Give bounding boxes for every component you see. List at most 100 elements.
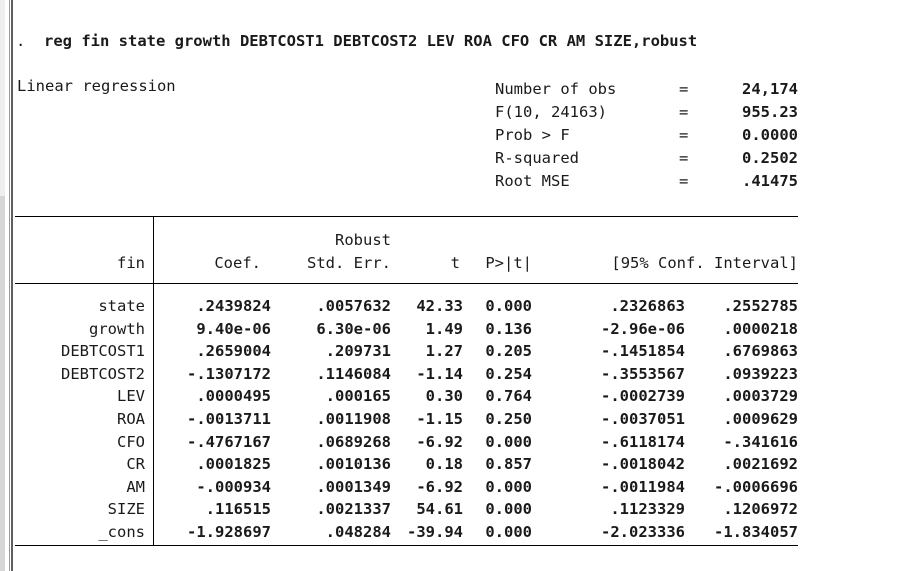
cell-t-statistic: 0.30 [425,387,463,405]
cell-std-error: 6.30e-06 [316,320,391,338]
row-variable-name: ROA [117,410,145,428]
table-row: ROA -.0013711 .0011908 -1.15 0.250 -.0037051.… [0,408,902,430]
cell-ci-lower: -.0011984 [601,478,685,496]
cell-coefficient: -.4767167 [187,433,271,451]
cell-std-error: .209731 [325,342,391,360]
table-row: AM -.000934 .0001349 -6.92 0.000 -.0011984 -.0… [0,476,902,498]
cell-coefficient: .2659004 [196,342,271,360]
cell-t-statistic: 42.33 [416,297,463,315]
stat-equals-sign: = [679,172,689,190]
cell-ci-upper: -.341616 [723,433,798,451]
table-row: CFO -.4767167 .0689268 -6.92 0.000 -.6118174 -… [0,431,902,453]
column-supheader-robust: Robust [335,231,391,249]
row-variable-name: SIZE [107,500,145,518]
row-variable-name: LEV [117,387,145,405]
cell-coefficient: -.0013711 [187,410,271,428]
cell-coefficient: -1.928697 [187,523,271,541]
cell-t-statistic: 54.61 [416,500,463,518]
cell-p-value: 0.000 [485,433,532,451]
row-variable-name: growth [89,320,145,338]
cell-ci-upper: .2552785 [723,297,798,315]
stat-equals-sign: = [679,80,689,98]
cell-ci-lower: -.6118174 [601,433,685,451]
cell-ci-upper: .0003729 [723,387,798,405]
stat-equals-sign: = [679,149,689,167]
cell-ci-upper: .0000218 [723,320,798,338]
stat-value: 0.2502 [742,149,798,167]
command-prompt-dot: . [16,32,26,50]
cell-ci-upper: -.0006696 [714,478,798,496]
cell-std-error: .0011908 [316,410,391,428]
table-row: LEV .0000495 .000165 0.30 0.764 -.0002739 .000… [0,385,902,407]
cell-ci-lower: -2.023336 [601,523,685,541]
cell-std-error: .000165 [325,387,391,405]
row-variable-name: AM [126,478,145,496]
cell-t-statistic: -6.92 [416,478,463,496]
cell-t-statistic: -1.15 [416,410,463,428]
row-variable-name: CR [126,455,145,473]
cell-ci-lower: .1123329 [610,500,685,518]
stat-equals-sign: = [679,103,689,121]
cell-ci-lower: -.0018042 [601,455,685,473]
table-row: CR .0001825 .0010136 0.18 0.857 -.0018042 .002… [0,453,902,475]
table-vertical-rule-header [153,217,154,283]
cell-ci-upper: .0009629 [723,410,798,428]
row-variable-name: _cons [98,523,145,541]
cell-std-error: .0001349 [316,478,391,496]
table-row: _cons -1.928697 .048284 -39.94 0.000 -2.02333… [0,521,902,543]
table-row: DEBTCOST2 -.1307172 .1146084 -1.14 0.254 -.35… [0,363,902,385]
cell-p-value: 0.000 [485,500,532,518]
cell-coefficient: -.1307172 [187,365,271,383]
stat-label: F(10, 24163) [495,103,607,121]
stata-results-window: . reg fin state growth DEBTCOST1 DEBTCOS… [0,0,902,571]
table-row: SIZE .116515 .0021337 54.61 0.000 .1123329 .12… [0,498,902,520]
row-variable-name: DEBTCOST2 [61,365,145,383]
column-header-t-statistic: t [450,254,460,272]
cell-ci-upper: .1206972 [723,500,798,518]
table-row: DEBTCOST1 .2659004 .209731 1.27 0.205 -.14518… [0,340,902,362]
cell-std-error: .0689268 [316,433,391,451]
stat-value: 0.0000 [742,126,798,144]
cell-p-value: 0.000 [485,297,532,315]
column-header-coefficient: Coef. [214,254,261,272]
column-header-p-value: P>|t| [485,254,532,272]
column-header-dependent-variable: fin [117,254,145,272]
cell-ci-lower: -.0002739 [601,387,685,405]
cell-coefficient: -.000934 [196,478,271,496]
stat-value: 955.23 [742,103,798,121]
cell-ci-lower: -.3553567 [601,365,685,383]
cell-std-error: .0021337 [316,500,391,518]
row-variable-name: CFO [117,433,145,451]
stat-label: Number of obs [495,80,617,98]
stat-row: Root MSE = .41475 [495,171,798,191]
stat-row: F(10, 24163) = 955.23 [495,102,798,122]
cell-p-value: 0.764 [485,387,532,405]
cell-coefficient: .0001825 [196,455,271,473]
cell-coefficient: 9.40e-06 [196,320,271,338]
row-variable-name: state [98,297,145,315]
cell-p-value: 0.000 [485,478,532,496]
cell-t-statistic: 0.18 [425,455,463,473]
cell-p-value: 0.205 [485,342,532,360]
cell-ci-lower: -.0037051 [601,410,685,428]
results-content: . reg fin state growth DEBTCOST1 DEBTCOS… [0,0,902,571]
command-line-text: reg fin state growth DEBTCOST1 DEBTCOST2… [44,32,698,50]
cell-ci-lower: -.1451854 [601,342,685,360]
stat-label: R-squared [495,149,579,167]
cell-ci-lower: -2.96e-06 [601,320,685,338]
table-row: state .2439824 .0057632 42.33 0.000 .2326863.… [0,295,902,317]
cell-ci-lower: .2326863 [610,297,685,315]
cell-ci-upper: .0939223 [723,365,798,383]
column-header-confidence-interval: [95% Conf. Interval] [611,254,798,272]
stat-value: .41475 [742,172,798,190]
cell-std-error: .1146084 [316,365,391,383]
cell-ci-upper: -1.834057 [714,523,798,541]
cell-std-error: .048284 [325,523,391,541]
stat-equals-sign: = [679,126,689,144]
cell-t-statistic: 1.49 [425,320,463,338]
stat-row: Number of obs = 24,174 [495,79,798,99]
stat-row: Prob > F = 0.0000 [495,125,798,145]
stat-label: Prob > F [495,126,570,144]
stat-row: R-squared = 0.2502 [495,148,798,168]
cell-std-error: .0010136 [316,455,391,473]
